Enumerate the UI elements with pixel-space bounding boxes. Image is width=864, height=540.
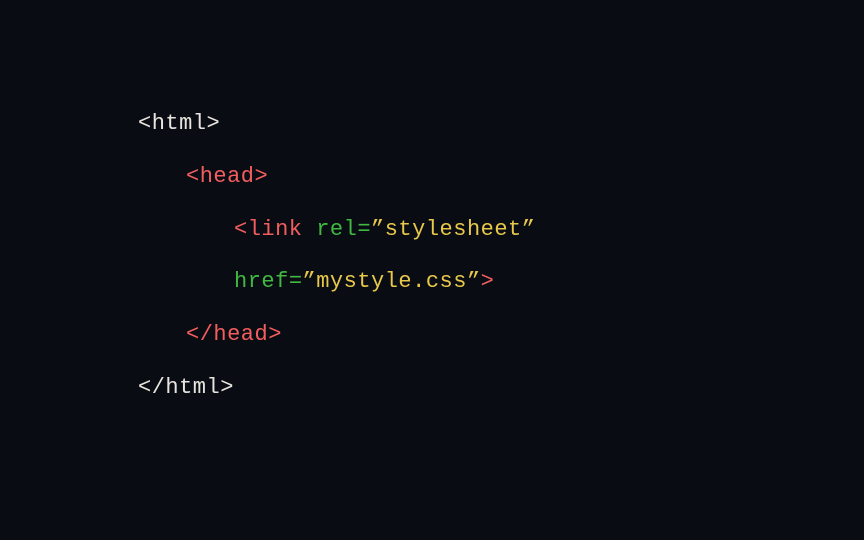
tag-link: link <box>248 217 303 242</box>
code-line-6: </html> <box>138 362 864 415</box>
equals: = <box>357 217 371 242</box>
bracket-open: < <box>138 111 152 136</box>
code-block: <html> <head> <link rel=”stylesheet” hre… <box>0 0 864 415</box>
bracket-close: > <box>207 111 221 136</box>
space <box>303 217 317 242</box>
tag-html: html <box>152 111 207 136</box>
value-stylesheet: ”stylesheet” <box>371 217 535 242</box>
bracket-open: < <box>186 164 200 189</box>
tag-head-close: head <box>213 322 268 347</box>
bracket-close: > <box>268 322 282 347</box>
code-line-2: <head> <box>138 151 864 204</box>
code-line-4: href=”mystyle.css”> <box>138 256 864 309</box>
code-line-3: <link rel=”stylesheet” <box>138 204 864 257</box>
attr-rel: rel <box>316 217 357 242</box>
bracket-close: > <box>255 164 269 189</box>
attr-href: href <box>234 269 289 294</box>
tag-html-close: html <box>165 375 220 400</box>
code-line-1: <html> <box>138 98 864 151</box>
bracket-close: > <box>220 375 234 400</box>
bracket-open: </ <box>186 322 213 347</box>
tag-head: head <box>200 164 255 189</box>
value-mystyle: ”mystyle.css” <box>303 269 481 294</box>
bracket-close: > <box>481 269 495 294</box>
bracket-open: < <box>234 217 248 242</box>
bracket-open: </ <box>138 375 165 400</box>
equals: = <box>289 269 303 294</box>
code-line-5: </head> <box>138 309 864 362</box>
